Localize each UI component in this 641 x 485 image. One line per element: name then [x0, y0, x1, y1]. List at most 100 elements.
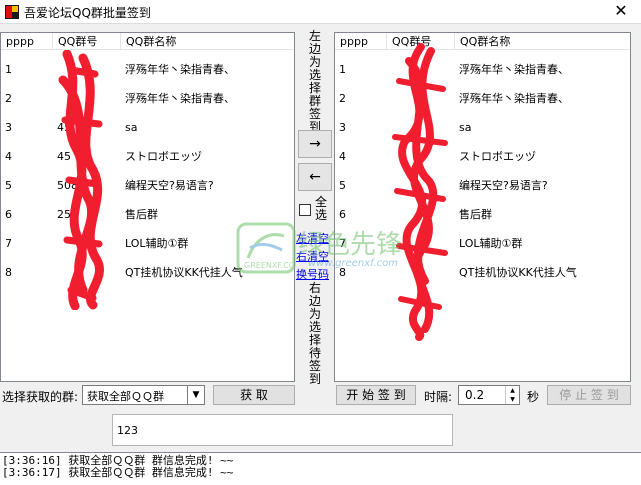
- table-row[interactable]: 1 浮殇年华丶染指青春、: [1, 55, 294, 84]
- table-row[interactable]: 6 257 售后群: [1, 200, 294, 229]
- row-name: LOL辅助①群: [125, 237, 189, 250]
- message-value: 123: [117, 424, 138, 437]
- window-title: 吾爱论坛QQ群批量签到: [24, 6, 151, 20]
- row-name: 编程天空?易语言?: [125, 179, 214, 192]
- row-name: 浮殇年华丶染指青春、: [459, 92, 569, 105]
- log-panel[interactable]: [3:36:16] 获取全部ＱＱ群 群信息完成! ~~ [3:36:17] 获取…: [0, 452, 641, 485]
- clear-right-link[interactable]: 右清空: [296, 248, 329, 264]
- table-row[interactable]: 7 LOL辅助①群: [335, 229, 630, 258]
- table-row[interactable]: 2 浮殇年华丶染指青春、: [335, 84, 630, 113]
- column-header-num[interactable]: pppp: [335, 33, 387, 50]
- select-all-label: 全选: [314, 195, 327, 222]
- row-num: 6: [5, 208, 12, 221]
- row-name: 浮殇年华丶染指青春、: [459, 63, 569, 76]
- column-header-qq[interactable]: QQ群号: [387, 33, 455, 50]
- log-line: [3:36:17] 获取全部ＱＱ群 群信息完成! ~~: [2, 466, 234, 479]
- row-qq: 257: [57, 208, 78, 221]
- stop-sign-button[interactable]: 停 止 签 到: [547, 385, 631, 405]
- row-name: 编程天空?易语言?: [459, 179, 548, 192]
- row-qq: 45: [57, 121, 71, 134]
- column-header-qq[interactable]: QQ群号: [53, 33, 121, 50]
- table-row[interactable]: 4 ストロボエッヅ: [335, 142, 630, 171]
- row-num: 2: [339, 92, 346, 105]
- title-bar: 吾爱论坛QQ群批量签到 ✕: [0, 0, 641, 24]
- row-name: sa: [459, 121, 472, 134]
- group-select-label: 选择获取的群:: [2, 390, 79, 404]
- table-row[interactable]: 4 45 ストロボエッヅ: [1, 142, 294, 171]
- label-right-select: 右边为选择待签到: [308, 281, 321, 386]
- table-row[interactable]: 3 45 sa: [1, 113, 294, 142]
- row-name: QT挂机协议KK代挂人气: [459, 266, 577, 279]
- row-num: 3: [339, 121, 346, 134]
- row-name: 浮殇年华丶染指青春、: [125, 92, 235, 105]
- row-num: 5: [5, 179, 12, 192]
- left-group-list[interactable]: pppp QQ群号 QQ群名称 1 浮殇年华丶染指青春、 2 浮殇年华丶染指青春…: [0, 32, 295, 382]
- row-qq: [387, 55, 455, 84]
- row-qq: [387, 200, 455, 229]
- seconds-label: 秒: [527, 390, 540, 404]
- row-qq: [387, 84, 455, 113]
- swap-number-link[interactable]: 换号码: [296, 266, 329, 282]
- row-num: 1: [5, 63, 12, 76]
- table-row[interactable]: 7 LOL辅助①群: [1, 229, 294, 258]
- stepper-arrows-icon[interactable]: ▲ ▼: [505, 386, 519, 404]
- row-num: 7: [339, 237, 346, 250]
- app-icon: [5, 5, 19, 19]
- row-num: 4: [5, 150, 12, 163]
- row-qq: [53, 258, 121, 287]
- row-qq: [53, 55, 121, 84]
- row-num: 1: [339, 63, 346, 76]
- row-qq: [387, 171, 455, 200]
- row-qq: [53, 229, 121, 258]
- move-right-button[interactable]: →: [298, 130, 332, 158]
- row-num: 2: [5, 92, 12, 105]
- row-name: 浮殇年华丶染指青春、: [125, 63, 235, 76]
- group-select-value: 获取全部ＱＱ群: [87, 390, 164, 403]
- message-input[interactable]: 123: [112, 414, 453, 446]
- start-sign-button[interactable]: 开 始 签 到: [336, 385, 416, 405]
- right-group-list[interactable]: pppp QQ群号 QQ群名称 1 浮殇年华丶染指青春、 2 浮殇年华丶染指青春…: [334, 32, 631, 382]
- move-left-button[interactable]: ←: [298, 163, 332, 191]
- select-all-checkbox[interactable]: [299, 204, 311, 216]
- list-header: pppp QQ群号 QQ群名称: [335, 33, 630, 50]
- row-qq: [387, 229, 455, 258]
- column-header-name[interactable]: QQ群名称: [455, 33, 630, 50]
- row-name: ストロボエッヅ: [459, 150, 536, 163]
- clear-left-link[interactable]: 左清空: [296, 230, 329, 246]
- row-qq: [387, 113, 455, 142]
- column-header-name[interactable]: QQ群名称: [121, 33, 294, 50]
- table-row[interactable]: 8 QT挂机协议KK代挂人气: [1, 258, 294, 287]
- table-row[interactable]: 5 编程天空?易语言?: [335, 171, 630, 200]
- column-header-num[interactable]: pppp: [1, 33, 53, 50]
- table-row[interactable]: 5 508 编程天空?易语言?: [1, 171, 294, 200]
- row-num: 8: [5, 266, 12, 279]
- row-name: 售后群: [125, 208, 158, 221]
- row-name: ストロボエッヅ: [125, 150, 202, 163]
- table-row[interactable]: 3 sa: [335, 113, 630, 142]
- table-row[interactable]: 6 售后群: [335, 200, 630, 229]
- row-num: 5: [339, 179, 346, 192]
- row-qq: [387, 142, 455, 171]
- table-row[interactable]: 8 QT挂机协议KK代挂人气: [335, 258, 630, 287]
- row-name: 售后群: [459, 208, 492, 221]
- row-name: sa: [125, 121, 138, 134]
- interval-stepper[interactable]: 0.2 ▲ ▼: [458, 385, 520, 405]
- fetch-button[interactable]: 获 取: [213, 385, 295, 405]
- interval-label: 时隔:: [424, 390, 453, 404]
- group-select[interactable]: 获取全部ＱＱ群 ▼: [82, 385, 205, 405]
- label-left-select: 左边为选择群签到: [308, 29, 321, 134]
- table-row[interactable]: 1 浮殇年华丶染指青春、: [335, 55, 630, 84]
- close-button[interactable]: ✕: [609, 2, 633, 20]
- row-qq: [387, 258, 455, 287]
- row-num: 8: [339, 266, 346, 279]
- row-qq: [53, 84, 121, 113]
- row-num: 3: [5, 121, 12, 134]
- interval-value: 0.2: [465, 388, 485, 402]
- table-row[interactable]: 2 浮殇年华丶染指青春、: [1, 84, 294, 113]
- chevron-down-icon[interactable]: ▼: [187, 386, 204, 404]
- row-qq: 508: [57, 179, 78, 192]
- row-qq: 45: [57, 150, 71, 163]
- row-num: 4: [339, 150, 346, 163]
- row-name: QT挂机协议KK代挂人气: [125, 266, 243, 279]
- row-num: 7: [5, 237, 12, 250]
